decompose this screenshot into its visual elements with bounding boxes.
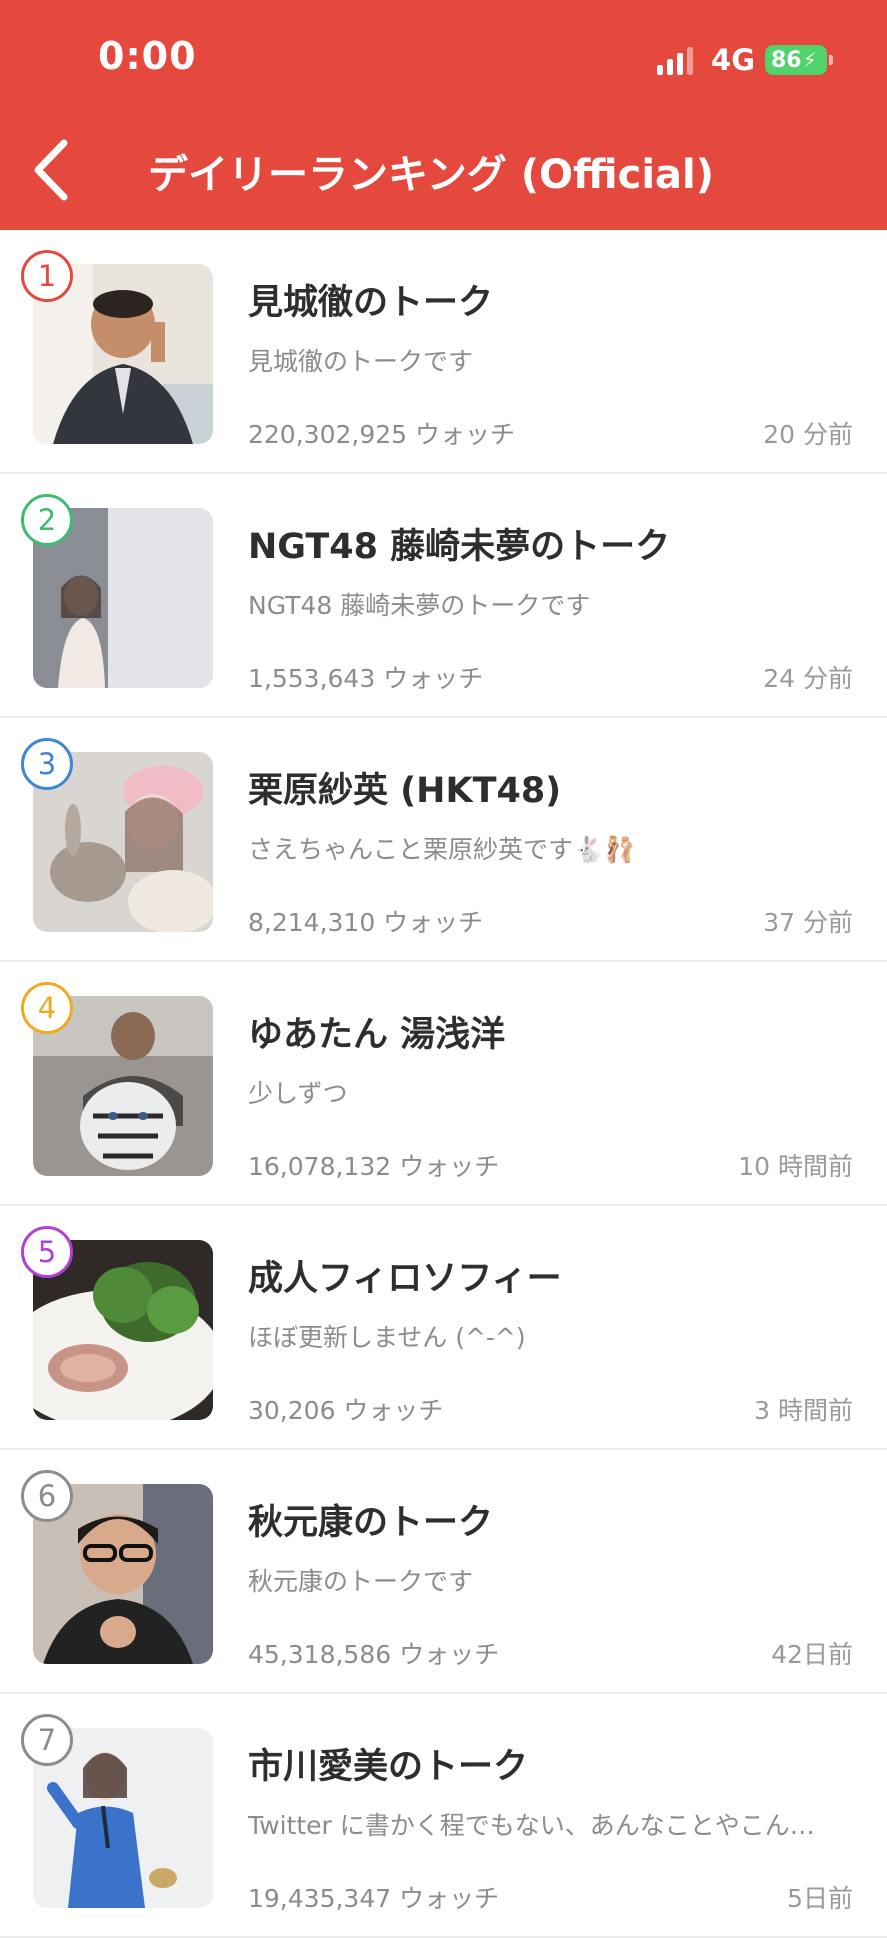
charging-bolt-icon: ⚡ bbox=[802, 48, 817, 72]
room-name: 秋元康のトーク bbox=[248, 1503, 494, 1543]
ranking-row[interactable]: 4 ゆあたん 湯浅洋 少しずつ 16,078,132 ウォッチ 10 時間前 bbox=[0, 962, 887, 1206]
updated-time: 5日前 bbox=[787, 1884, 853, 1913]
room-description: NGT48 藤崎未夢のトークです bbox=[248, 591, 591, 620]
room-description: Twitter に書かく程でもない、あんなことやこん… bbox=[248, 1811, 815, 1840]
app-header: 0:00 4G 86 ⚡ デイリーランキング (Official) bbox=[0, 0, 887, 230]
watch-count: 220,302,925 ウォッチ bbox=[248, 420, 515, 449]
room-name: NGT48 藤崎未夢のトーク bbox=[248, 527, 671, 567]
ranking-row[interactable]: 2 NGT48 藤崎未夢のトーク NGT48 藤崎未夢のトークです 1,553,… bbox=[0, 474, 887, 718]
ranking-row[interactable]: 6 秋元康のトーク 秋元康のトークです 45,318,586 ウォッチ 42日前 bbox=[0, 1450, 887, 1694]
updated-time: 37 分前 bbox=[763, 908, 853, 937]
watch-count: 30,206 ウォッチ bbox=[248, 1396, 444, 1425]
rank-badge: 1 bbox=[21, 250, 73, 302]
watch-count: 45,318,586 ウォッチ bbox=[248, 1640, 500, 1669]
rank-badge: 5 bbox=[21, 1226, 73, 1278]
room-description: 見城徹のトークです bbox=[248, 347, 474, 376]
rank-badge: 6 bbox=[21, 1470, 73, 1522]
watch-count: 1,553,643 ウォッチ bbox=[248, 664, 484, 693]
room-name: 市川愛美のトーク bbox=[248, 1747, 529, 1787]
status-indicators: 4G 86 ⚡ bbox=[657, 40, 833, 80]
rank-badge: 4 bbox=[21, 982, 73, 1034]
room-description: さえちゃんこと栗原紗英です🐇🩰 bbox=[248, 835, 636, 864]
ranking-list: 1 見城徹のトーク 見城徹のトークです 220,302,925 ウォッチ 20 … bbox=[0, 230, 887, 1938]
battery-level: 86 bbox=[771, 47, 802, 73]
room-description: 少しずつ bbox=[248, 1079, 348, 1108]
rank-badge: 3 bbox=[21, 738, 73, 790]
chevron-left-icon bbox=[34, 139, 68, 201]
room-name: 栗原紗英 (HKT48) bbox=[248, 771, 562, 811]
updated-time: 3 時間前 bbox=[754, 1396, 853, 1425]
room-name: ゆあたん 湯浅洋 bbox=[248, 1015, 506, 1055]
rank-badge: 2 bbox=[21, 494, 73, 546]
updated-time: 42日前 bbox=[771, 1640, 853, 1669]
updated-time: 24 分前 bbox=[763, 664, 853, 693]
room-name: 成人フィロソフィー bbox=[248, 1259, 562, 1299]
signal-icon bbox=[657, 45, 697, 75]
updated-time: 20 分前 bbox=[763, 420, 853, 449]
watch-count: 8,214,310 ウォッチ bbox=[248, 908, 484, 937]
ranking-row[interactable]: 7 市川愛美のトーク Twitter に書かく程でもない、あんなことやこん… 1… bbox=[0, 1694, 887, 1938]
ranking-row[interactable]: 3 栗原紗英 (HKT48) さえちゃんこと栗原紗英です🐇🩰 8,214,310… bbox=[0, 718, 887, 962]
ranking-row[interactable]: 5 成人フィロソフィー ほぼ更新しません (^-^) 30,206 ウォッチ 3… bbox=[0, 1206, 887, 1450]
watch-count: 16,078,132 ウォッチ bbox=[248, 1152, 500, 1181]
room-description: ほぼ更新しません (^-^) bbox=[248, 1323, 526, 1352]
room-name: 見城徹のトーク bbox=[248, 283, 494, 323]
page-title: デイリーランキング (Official) bbox=[148, 152, 715, 198]
status-time: 0:00 bbox=[98, 34, 197, 78]
rank-badge: 7 bbox=[21, 1714, 73, 1766]
back-button[interactable] bbox=[26, 135, 86, 205]
network-type: 4G bbox=[711, 43, 755, 77]
updated-time: 10 時間前 bbox=[738, 1152, 853, 1181]
room-description: 秋元康のトークです bbox=[248, 1567, 474, 1596]
ranking-row[interactable]: 1 見城徹のトーク 見城徹のトークです 220,302,925 ウォッチ 20 … bbox=[0, 230, 887, 474]
watch-count: 19,435,347 ウォッチ bbox=[248, 1884, 500, 1913]
battery-icon: 86 ⚡ bbox=[765, 45, 833, 75]
